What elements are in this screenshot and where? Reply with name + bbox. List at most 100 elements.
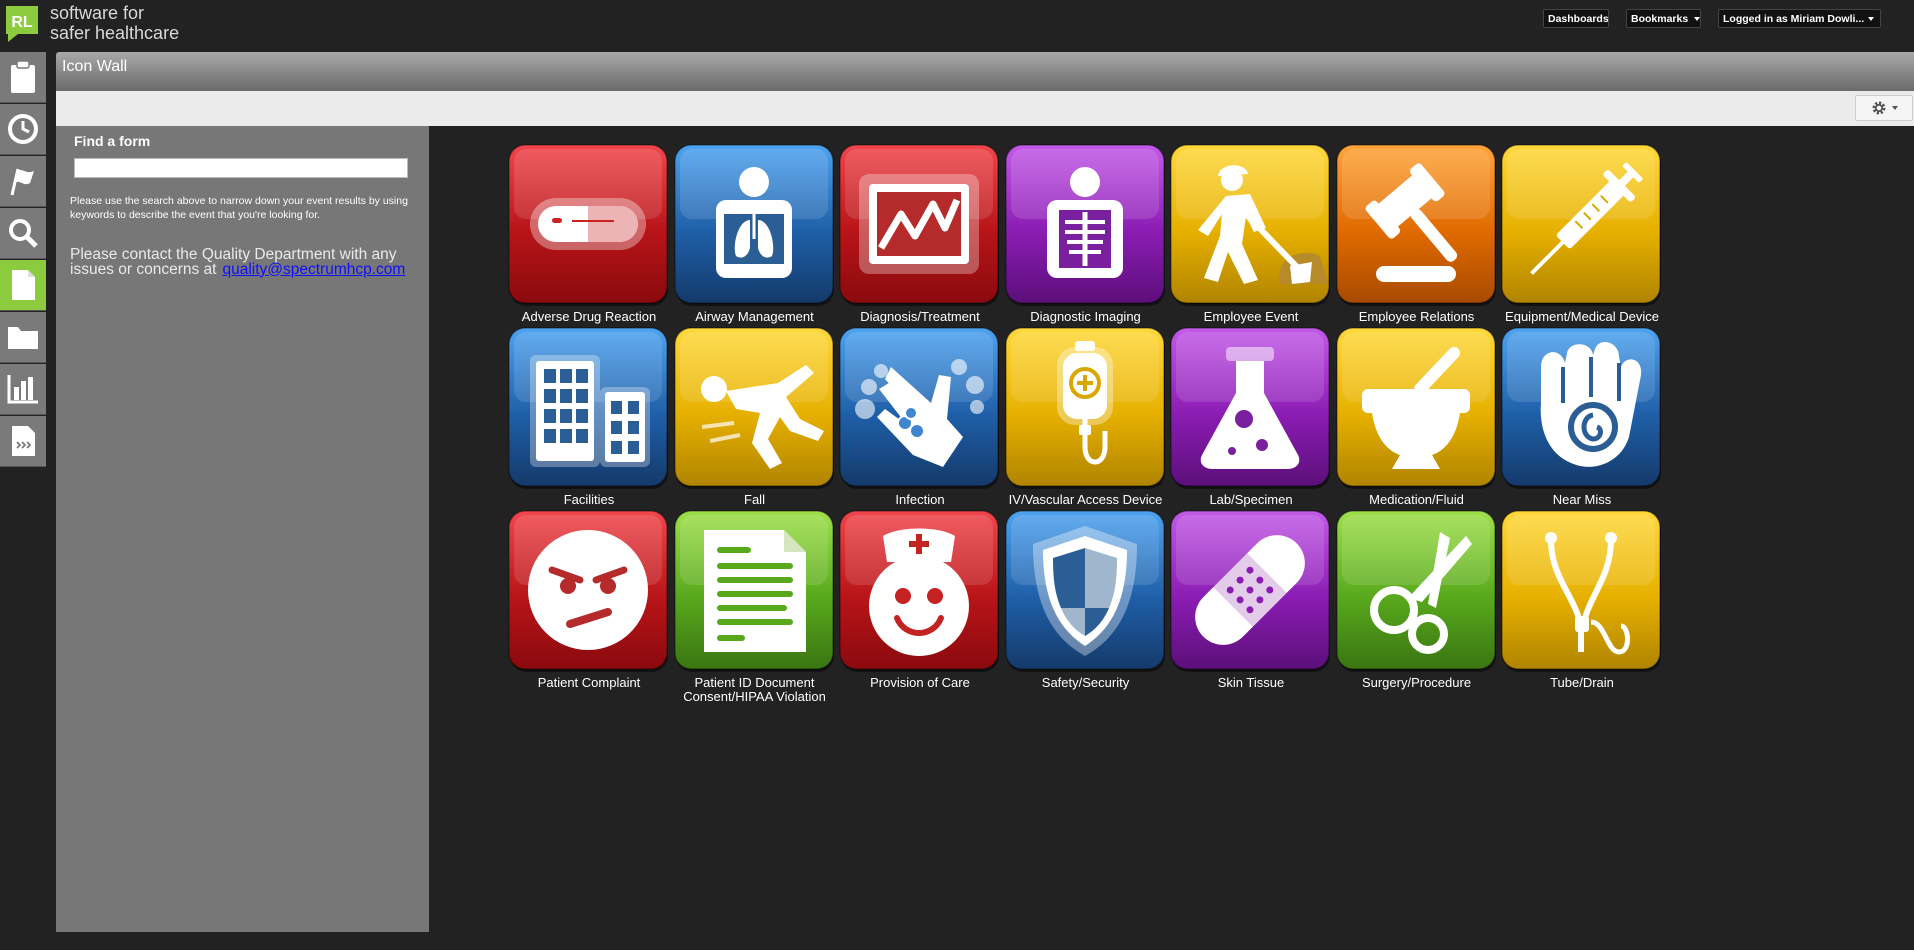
chevron-down-icon bbox=[1868, 17, 1875, 22]
mortar-pestle-icon bbox=[1335, 327, 1496, 489]
form-tile-label: Employee Event bbox=[1203, 309, 1299, 324]
form-tile-label: Diagnosis/Treatment bbox=[860, 309, 980, 324]
side-nav bbox=[0, 52, 47, 472]
tube-icon bbox=[1501, 510, 1661, 672]
icon-wall: Adverse Drug Reaction Airway Management … bbox=[430, 126, 1914, 932]
form-tile-label: Provision of Care bbox=[870, 675, 970, 690]
form-tile[interactable]: Adverse Drug Reaction bbox=[499, 144, 679, 324]
gear-icon bbox=[1872, 101, 1885, 115]
nav-history[interactable] bbox=[0, 104, 46, 155]
monitor-chart-icon bbox=[839, 144, 999, 306]
form-tile-label: Patient ID Document Consent/HIPAA Violat… bbox=[683, 675, 826, 704]
bookmarks-button[interactable]: Bookmarks bbox=[1626, 9, 1701, 28]
form-tile[interactable]: Equipment/Medical Device bbox=[1492, 144, 1672, 324]
form-tile-label: Facilities bbox=[563, 492, 615, 507]
find-form-panel: Find a form Please use the search above … bbox=[56, 126, 429, 932]
angry-face-icon bbox=[508, 510, 668, 672]
document-icon bbox=[12, 270, 35, 300]
scissors-icon bbox=[1335, 510, 1496, 672]
form-tile[interactable]: Lab/Specimen bbox=[1161, 327, 1341, 507]
buildings-icon bbox=[508, 327, 668, 489]
settings-button[interactable] bbox=[1855, 95, 1913, 121]
form-tile-label: Adverse Drug Reaction bbox=[521, 309, 657, 324]
form-tile[interactable]: Infection bbox=[830, 327, 1010, 507]
flask-icon bbox=[1170, 327, 1330, 489]
rl-logo[interactable]: RL bbox=[4, 4, 40, 44]
form-tile[interactable]: Diagnostic Imaging bbox=[996, 144, 1176, 324]
form-tile-label: Tube/Drain bbox=[1550, 675, 1614, 690]
form-tile[interactable]: Employee Event bbox=[1161, 144, 1341, 324]
top-bar: RL software for safer healthcare Dashboa… bbox=[0, 0, 1914, 52]
nav-folders[interactable] bbox=[0, 312, 46, 363]
form-tile[interactable]: Tube/Drain bbox=[1492, 510, 1672, 690]
syringe-icon bbox=[1501, 144, 1661, 306]
form-tile-label: Equipment/Medical Device bbox=[1505, 309, 1659, 324]
form-tile-label: Employee Relations bbox=[1358, 309, 1475, 324]
form-tile[interactable]: Skin Tissue bbox=[1161, 510, 1341, 690]
washing-hands-icon bbox=[839, 327, 999, 489]
page-title: Icon Wall bbox=[62, 58, 128, 75]
folder-icon bbox=[8, 327, 38, 349]
iv-bag-icon bbox=[1004, 327, 1165, 489]
toolbar bbox=[56, 91, 1914, 126]
contact-email-link[interactable]: quality@spectrumhcp.com bbox=[222, 261, 405, 278]
dashboards-label: Dashboards bbox=[1548, 13, 1609, 25]
form-tile[interactable]: Fall bbox=[665, 327, 845, 507]
nav-reports[interactable] bbox=[0, 364, 46, 415]
chevron-down-icon bbox=[1891, 106, 1898, 110]
nav-search[interactable] bbox=[0, 208, 46, 259]
form-tile-label: Medication/Fluid bbox=[1369, 492, 1464, 507]
clock-icon bbox=[8, 114, 38, 144]
nurse-face-icon bbox=[839, 510, 999, 672]
form-tile[interactable]: Provision of Care bbox=[830, 510, 1010, 690]
nav-forms[interactable] bbox=[0, 52, 46, 103]
form-tile[interactable]: Airway Management bbox=[665, 144, 845, 324]
export-document-icon bbox=[12, 426, 35, 456]
form-tile[interactable]: Diagnosis/Treatment bbox=[830, 144, 1010, 324]
nav-export[interactable] bbox=[0, 416, 46, 467]
form-tile-label: Fall bbox=[744, 492, 765, 507]
contact-text: Please contact the Quality Department wi… bbox=[70, 247, 420, 278]
nav-new-form[interactable] bbox=[0, 260, 46, 311]
pill-icon bbox=[508, 144, 668, 306]
form-tile[interactable]: Employee Relations bbox=[1327, 144, 1507, 324]
form-tile[interactable]: Surgery/Procedure bbox=[1327, 510, 1507, 690]
form-tile[interactable]: Patient ID Document Consent/HIPAA Violat… bbox=[665, 510, 845, 704]
form-tile-label: Skin Tissue bbox=[1217, 675, 1285, 690]
nav-flags[interactable] bbox=[0, 156, 46, 207]
bandage-icon bbox=[1170, 510, 1330, 672]
find-form-input[interactable] bbox=[74, 158, 408, 178]
brand-line-2: safer healthcare bbox=[50, 23, 180, 43]
falling-person-icon bbox=[673, 327, 834, 489]
brand-tagline: software for safer healthcare bbox=[50, 3, 179, 43]
dashboards-button[interactable]: Dashboards bbox=[1543, 9, 1609, 28]
form-tile-label: Patient Complaint bbox=[537, 675, 641, 690]
bar-chart-icon bbox=[7, 375, 38, 404]
form-tile-label: IV/Vascular Access Device bbox=[1008, 492, 1163, 507]
clipboard-icon bbox=[11, 60, 35, 93]
search-icon bbox=[9, 219, 38, 248]
form-tile[interactable]: Patient Complaint bbox=[499, 510, 679, 690]
search-help-text: Please use the search above to narrow do… bbox=[70, 195, 408, 221]
form-tile[interactable]: Safety/Security bbox=[996, 510, 1176, 690]
form-tile[interactable]: Facilities bbox=[499, 327, 679, 507]
form-tile[interactable]: Medication/Fluid bbox=[1327, 327, 1507, 507]
form-tile-label: Safety/Security bbox=[1041, 675, 1130, 690]
user-menu-label: Logged in as Miriam Dowli... bbox=[1723, 13, 1865, 25]
user-menu-button[interactable]: Logged in as Miriam Dowli... bbox=[1718, 9, 1881, 28]
form-tile[interactable]: IV/Vascular Access Device bbox=[996, 327, 1176, 507]
form-tile[interactable]: Near Miss bbox=[1492, 327, 1672, 507]
skeleton-xray-icon bbox=[1004, 144, 1165, 306]
worker-shovel-icon bbox=[1170, 144, 1330, 306]
baseball-glove-icon bbox=[1501, 327, 1661, 489]
lungs-xray-icon bbox=[673, 144, 834, 306]
chevron-down-icon bbox=[1694, 17, 1700, 22]
form-tile-label: Infection bbox=[895, 492, 945, 507]
form-tile-label: Surgery/Procedure bbox=[1361, 675, 1472, 690]
shield-icon bbox=[1004, 510, 1165, 672]
brand-line-1: software for bbox=[50, 3, 145, 23]
form-tile-label: Lab/Specimen bbox=[1209, 492, 1293, 507]
form-tile-label: Diagnostic Imaging bbox=[1030, 309, 1141, 324]
bookmarks-label: Bookmarks bbox=[1631, 13, 1689, 25]
form-tile-label: Near Miss bbox=[1552, 492, 1612, 507]
